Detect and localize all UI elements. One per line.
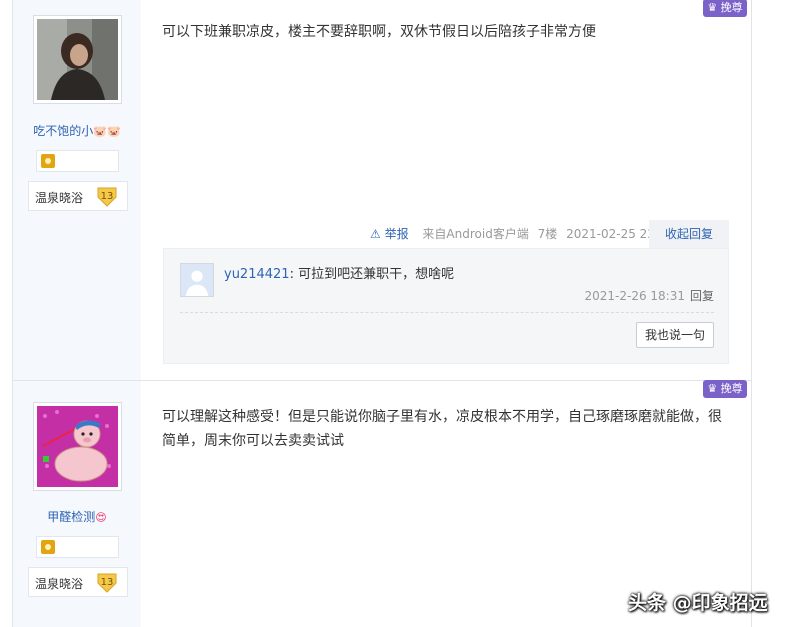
avatar-cartoon-pig bbox=[37, 406, 118, 487]
author-sidebar: 甲醛检测😍 温泉晓浴 13 bbox=[13, 381, 141, 627]
avatar[interactable] bbox=[33, 402, 122, 491]
subreply-avatar[interactable] bbox=[180, 263, 214, 297]
post-content: 可以下班兼职凉皮，楼主不要辞职啊，双休节假日以后陪孩子非常方便 bbox=[162, 24, 596, 40]
subreply-meta: 2021-2-26 18:31 回复 bbox=[584, 287, 714, 304]
post-content: 可以理解这种感受！但是只能说你脑子里有水，凉皮根本不用学，自己琢磨琢磨就能做，很… bbox=[162, 409, 722, 449]
username-text[interactable]: 吃不饱的小 bbox=[33, 124, 93, 138]
author-sidebar: 吃不饱的小🐷🐷 温泉晓浴 13 bbox=[13, 0, 141, 380]
badge-row bbox=[36, 536, 119, 558]
report-label[interactable]: 举报 bbox=[385, 227, 409, 241]
level-number: 13 bbox=[101, 577, 114, 588]
subreply-text: yu214421: 可拉到吧还兼职干，想啥呢 bbox=[224, 263, 454, 282]
username-emoji: 😍 bbox=[95, 511, 107, 524]
tag-badge[interactable]: ♛ 挽尊 bbox=[681, 375, 751, 399]
username-link[interactable]: 吃不饱的小🐷🐷 bbox=[13, 122, 141, 139]
thread-frame: 吃不饱的小🐷🐷 温泉晓浴 13 ♛ 挽尊 可以下班兼职凉皮，楼主不要辞职啊，双休… bbox=[12, 0, 752, 627]
subreply-username[interactable]: yu214421 bbox=[224, 267, 290, 282]
level-number-icon: 13 bbox=[97, 187, 117, 207]
tag-text: 挽尊 bbox=[720, 382, 743, 395]
floor-number: 7楼 bbox=[537, 227, 558, 241]
level-title: 温泉晓浴 bbox=[35, 577, 84, 591]
subreply-panel: yu214421: 可拉到吧还兼职干，想啥呢 2021-2-26 18:31 回复… bbox=[163, 248, 729, 364]
tag-text: 挽尊 bbox=[720, 1, 743, 14]
username-text[interactable]: 甲醛检测 bbox=[47, 510, 95, 524]
post-meta: ⚠ 举报 来自Android客户端 7楼 2021-02-25 22:55 bbox=[370, 225, 679, 242]
username-link[interactable]: 甲醛检测😍 bbox=[13, 508, 141, 525]
tag-label: ♛ 挽尊 bbox=[703, 0, 747, 17]
level-badge[interactable]: 温泉晓浴 13 bbox=[28, 567, 128, 597]
watermark: 头条 @印象招远 bbox=[628, 592, 768, 614]
level-title: 温泉晓浴 bbox=[35, 191, 84, 205]
report-link[interactable]: ⚠ 举报 bbox=[370, 227, 414, 241]
avatar-photo bbox=[37, 19, 118, 100]
tag-label: ♛ 挽尊 bbox=[703, 380, 747, 398]
collapse-replies-button[interactable]: 收起回复 bbox=[649, 220, 729, 248]
level-number: 13 bbox=[101, 191, 114, 202]
subreply-time: 2021-2-26 18:31 bbox=[584, 289, 685, 303]
subreply-reply-link[interactable]: 回复 bbox=[690, 289, 714, 303]
divider bbox=[180, 312, 714, 313]
sun-badge-icon[interactable] bbox=[41, 540, 55, 554]
username-emoji: 🐷🐷 bbox=[93, 125, 121, 138]
source-text: 来自Android客户端 bbox=[422, 227, 529, 241]
subreply-content: : 可拉到吧还兼职干，想啥呢 bbox=[289, 267, 455, 282]
sun-badge-icon[interactable] bbox=[41, 154, 55, 168]
avatar[interactable] bbox=[33, 15, 122, 104]
level-number-icon: 13 bbox=[97, 573, 117, 593]
default-user-icon bbox=[181, 264, 213, 296]
level-badge[interactable]: 温泉晓浴 13 bbox=[28, 181, 128, 211]
post-floor-7: 吃不饱的小🐷🐷 温泉晓浴 13 ♛ 挽尊 可以下班兼职凉皮，楼主不要辞职啊，双休… bbox=[13, 0, 751, 380]
tag-badge[interactable]: ♛ 挽尊 bbox=[681, 0, 751, 18]
badge-row bbox=[36, 150, 119, 172]
say-something-button[interactable]: 我也说一句 bbox=[636, 322, 714, 348]
